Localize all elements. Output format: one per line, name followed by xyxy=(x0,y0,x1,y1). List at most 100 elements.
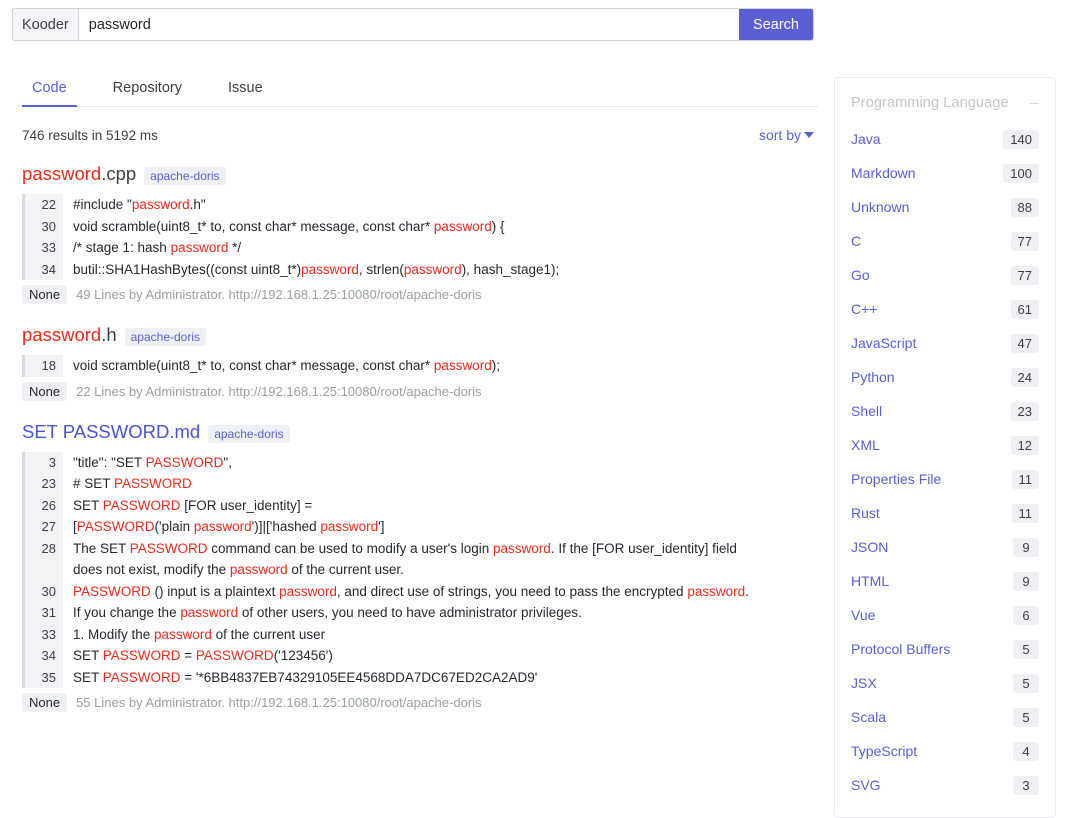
plain-text: SET xyxy=(73,648,103,663)
result-file-link[interactable]: password.cpp xyxy=(22,163,136,185)
plain-text: = xyxy=(180,648,196,663)
highlight-text: PASSWORD xyxy=(145,454,224,470)
plain-text: .cpp xyxy=(101,163,137,184)
facet-item-java[interactable]: Java 140 xyxy=(835,122,1055,156)
facet-item-vue[interactable]: Vue 6 xyxy=(835,598,1055,632)
results-header: 746 results in 5192 ms sort by xyxy=(18,127,818,143)
search-input[interactable] xyxy=(78,9,740,40)
facet-list: Java 140 Markdown 100 Unknown 88 C 77 Go 77 C++ 61 J… xyxy=(835,122,1055,802)
chevron-down-icon xyxy=(804,132,814,138)
highlight-text: password xyxy=(170,240,229,255)
main-content: Code Repository Issue 746 results in 5192 … xyxy=(18,74,818,712)
facet-item-shell[interactable]: Shell 23 xyxy=(835,394,1055,428)
plain-text: If you change the xyxy=(73,605,181,620)
code-text: #include "password.h" xyxy=(63,194,206,216)
facet-item-html[interactable]: HTML 9 xyxy=(835,564,1055,598)
facet-label: Java xyxy=(851,131,881,147)
facet-label: Shell xyxy=(851,403,883,419)
facet-panel-title: Programming Language xyxy=(851,95,1009,111)
facet-label: HTML xyxy=(851,573,890,589)
facet-item-markdown[interactable]: Markdown 100 xyxy=(835,156,1055,190)
facet-label: TypeScript xyxy=(851,743,918,759)
facet-count: 140 xyxy=(1003,129,1039,149)
facet-count: 11 xyxy=(1011,469,1039,489)
code-text: 1. Modify the password of the current us… xyxy=(63,624,325,646)
search-button[interactable]: Search xyxy=(739,9,813,40)
plain-text: = '*6BB4837EB74329105EE4568DDA7DC67ED2CA… xyxy=(180,669,538,685)
code-text: void scramble(uint8_t* to, const char* m… xyxy=(63,355,500,377)
search-result: password.cpp apache-doris 22 #include "pass… xyxy=(18,163,818,304)
highlight-text: password xyxy=(279,583,337,599)
repo-badge[interactable]: apache-doris xyxy=(144,167,226,185)
facet-label: C xyxy=(851,233,862,249)
facet-item-python[interactable]: Python 24 xyxy=(835,360,1055,394)
highlight-text: PASSWORD xyxy=(76,519,155,534)
plain-text: butil::SHA1HashBytes((const uint8_t*) xyxy=(73,261,302,277)
facet-count: 3 xyxy=(1013,775,1039,795)
line-number: 22 xyxy=(25,194,63,216)
plain-text: . xyxy=(745,583,749,599)
facet-item-go[interactable]: Go 77 xyxy=(835,258,1055,292)
facet-count: 9 xyxy=(1013,537,1039,557)
plain-text: .h" xyxy=(189,197,206,212)
facet-label: Unknown xyxy=(851,199,910,215)
facet-label: Vue xyxy=(851,607,876,623)
code-line: 22 #include "password.h" xyxy=(25,194,818,216)
facet-label: Markdown xyxy=(851,165,916,181)
highlight-text: password xyxy=(433,358,492,373)
highlight-text: password xyxy=(22,163,102,184)
code-line: 26 SET PASSWORD [FOR user_identity] = xyxy=(25,494,818,516)
tab-code[interactable]: Code xyxy=(22,74,77,107)
facet-label: XML xyxy=(851,437,880,453)
highlight-text: PASSWORD xyxy=(114,476,192,491)
highlight-text: password xyxy=(180,605,239,620)
facet-item-svg[interactable]: SVG 3 xyxy=(835,768,1055,802)
plain-text: () input is a plaintext xyxy=(150,583,280,599)
line-number: 33 xyxy=(25,623,63,645)
sort-by-label: sort by xyxy=(758,127,801,143)
facet-count: 23 xyxy=(1010,401,1039,421)
facet-item-typescript[interactable]: TypeScript 4 xyxy=(835,734,1055,768)
brand-label: Kooder xyxy=(13,9,79,40)
repo-badge[interactable]: apache-doris xyxy=(208,424,290,443)
facet-item-json[interactable]: JSON 9 xyxy=(835,530,1055,564)
facet-item-jsx[interactable]: JSX 5 xyxy=(835,666,1055,700)
facet-item-c-[interactable]: C++ 61 xyxy=(835,292,1055,326)
facet-item-unknown[interactable]: Unknown 88 xyxy=(835,190,1055,224)
facet-item-c[interactable]: C 77 xyxy=(835,224,1055,258)
result-meta: None 22 Lines by Administrator. http://19… xyxy=(22,381,818,401)
tab-repository[interactable]: Repository xyxy=(103,74,192,107)
result-title-row: password.cpp apache-doris xyxy=(22,163,818,185)
facet-item-rust[interactable]: Rust 11 xyxy=(835,496,1055,530)
facet-item-protocol-buffers[interactable]: Protocol Buffers 5 xyxy=(835,632,1055,666)
facet-item-xml[interactable]: XML 12 xyxy=(835,428,1055,462)
plain-text: void scramble(uint8_t* to, const char* m… xyxy=(73,218,434,234)
facet-item-scala[interactable]: Scala 5 xyxy=(835,700,1055,734)
language-badge: None xyxy=(22,285,68,304)
facet-count: 6 xyxy=(1013,605,1039,625)
plain-text: , strlen( xyxy=(358,261,404,277)
code-line: 28 The SET PASSWORD command can be used t… xyxy=(25,537,818,581)
sort-by-dropdown[interactable]: sort by xyxy=(759,127,814,143)
code-text: SET PASSWORD = PASSWORD('123456') xyxy=(63,645,333,667)
result-file-link[interactable]: SET PASSWORD.md xyxy=(22,421,200,443)
plain-text: command can be used to modify a user's l… xyxy=(207,540,494,556)
highlight-text: PASSWORD xyxy=(129,540,208,556)
result-file-link[interactable]: password.h xyxy=(22,324,117,346)
plain-text: .h xyxy=(101,324,117,345)
highlight-text: PASSWORD xyxy=(73,583,151,599)
plain-text: void scramble(uint8_t* to, const char* m… xyxy=(73,358,434,373)
code-snippet: 3 "title": "SET PASSWORD", 23 # SET PASSWOR… xyxy=(22,451,818,688)
collapse-icon[interactable] xyxy=(1030,102,1039,104)
plain-text: ) { xyxy=(491,218,505,234)
tab-issue[interactable]: Issue xyxy=(218,74,273,107)
facet-count: 5 xyxy=(1013,639,1039,659)
facet-count: 12 xyxy=(1010,435,1039,455)
facet-item-javascript[interactable]: JavaScript 47 xyxy=(835,326,1055,360)
language-badge: None xyxy=(22,693,68,712)
plain-text: # SET xyxy=(73,476,115,491)
repo-badge[interactable]: apache-doris xyxy=(124,328,206,346)
result-tabs: Code Repository Issue xyxy=(18,74,818,107)
plain-text: of the current user xyxy=(211,626,326,642)
facet-item-properties-file[interactable]: Properties File 11 xyxy=(835,462,1055,496)
